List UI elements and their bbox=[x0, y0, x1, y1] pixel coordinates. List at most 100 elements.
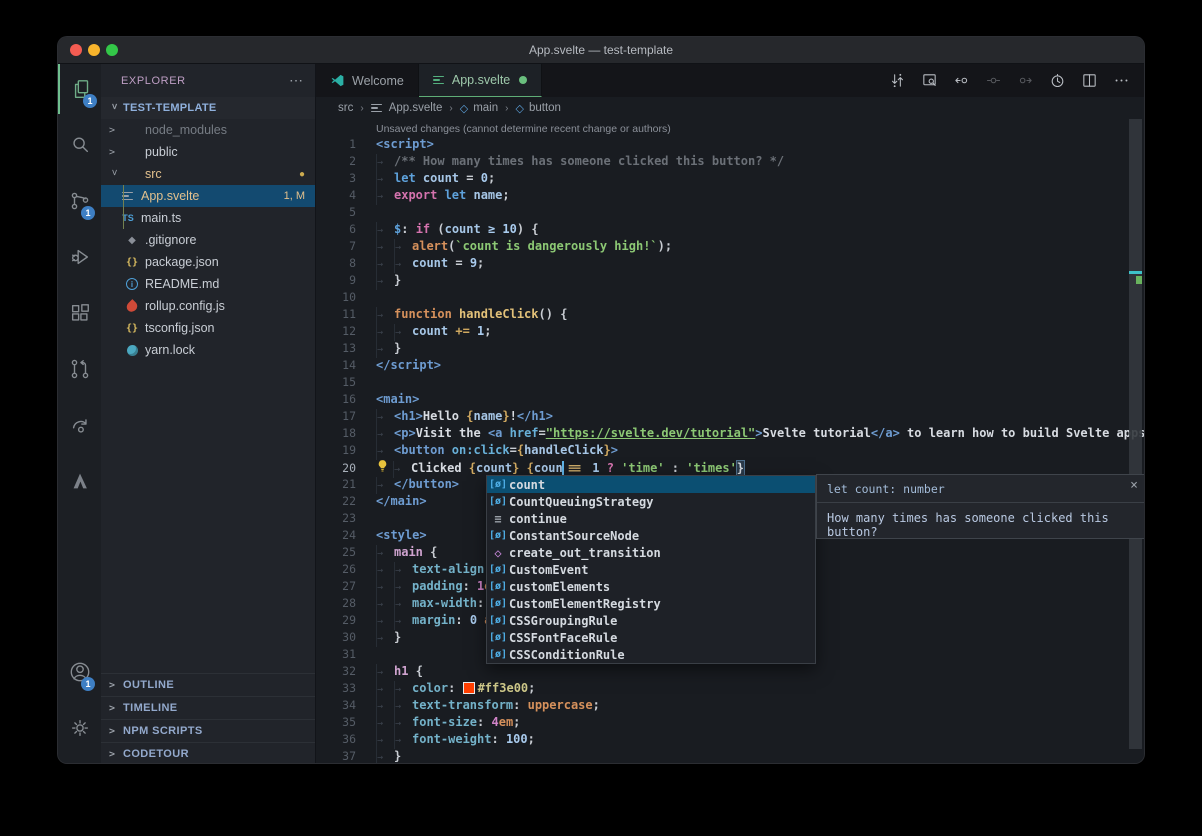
token: } bbox=[737, 461, 744, 475]
code-line-16[interactable]: 16<main> bbox=[316, 391, 1144, 408]
code-line-18[interactable]: 18→<p>Visit the <a href="https://svelte.… bbox=[316, 425, 1144, 442]
ts-icon: TS bbox=[119, 213, 137, 223]
activity-extensions[interactable] bbox=[58, 288, 101, 338]
code-line-33[interactable]: 33→→color: #ff3e00; bbox=[316, 680, 1144, 697]
indent-guide: → bbox=[394, 732, 412, 749]
code-line-15[interactable]: 15 bbox=[316, 374, 1144, 391]
code-line-36[interactable]: 36→→font-weight: 100; bbox=[316, 731, 1144, 748]
file-rollup.config.js[interactable]: rollup.config.js bbox=[101, 295, 315, 317]
suggestion-create_out_transition[interactable]: ◇create_out_transition bbox=[487, 544, 815, 561]
token: to learn how to build Svelte apps. bbox=[900, 426, 1144, 440]
suggestion-CustomElementRegistry[interactable]: [ø]CustomElementRegistry bbox=[487, 595, 815, 612]
token: ); bbox=[658, 239, 672, 253]
code-line-32[interactable]: 32→h1 { bbox=[316, 663, 1144, 680]
suggestion-CSSConditionRule[interactable]: [ø]CSSConditionRule bbox=[487, 646, 815, 663]
codelens-message[interactable]: Unsaved changes (cannot determine recent… bbox=[376, 122, 1144, 136]
code-line-11[interactable]: 11→function handleClick() { bbox=[316, 306, 1144, 323]
code-line-13[interactable]: 13→} bbox=[316, 340, 1144, 357]
breadcrumb-button[interactable]: ◇button bbox=[515, 102, 560, 115]
tour-current-icon[interactable] bbox=[981, 69, 1006, 93]
token: color bbox=[412, 681, 448, 695]
activity-azure[interactable] bbox=[58, 456, 101, 506]
tour-next-icon[interactable] bbox=[1013, 69, 1038, 93]
activity-explorer[interactable]: 1 bbox=[58, 64, 103, 114]
code-line-7[interactable]: 7→→alert(`count is dangerously high!`); bbox=[316, 238, 1144, 255]
code-line-19[interactable]: 19→<button on:click={handleClick}> bbox=[316, 442, 1144, 459]
code-line-35[interactable]: 35→→font-size: 4em; bbox=[316, 714, 1144, 731]
code-line-6[interactable]: 6→$: if (count ≥ 10) { bbox=[316, 221, 1144, 238]
code-line-5[interactable]: 5 bbox=[316, 204, 1144, 221]
lightbulb-icon[interactable] bbox=[376, 459, 393, 472]
zoom-window-button[interactable] bbox=[106, 44, 118, 56]
breadcrumb-main[interactable]: ◇main bbox=[460, 102, 498, 115]
section-outline[interactable]: >OUTLINE bbox=[101, 673, 315, 696]
minimize-window-button[interactable] bbox=[88, 44, 100, 56]
code-line-37[interactable]: 37→} bbox=[316, 748, 1144, 764]
file-yarn.lock[interactable]: yarn.lock bbox=[101, 339, 315, 361]
activity-badge: 1 bbox=[81, 677, 95, 691]
tab-app-svelte[interactable]: App.svelte bbox=[419, 64, 542, 97]
code-line-1[interactable]: 1<script> bbox=[316, 136, 1144, 153]
code-line-9[interactable]: 9→} bbox=[316, 272, 1144, 289]
file-package.json[interactable]: {}package.json bbox=[101, 251, 315, 273]
activity-accounts[interactable]: 1 bbox=[58, 647, 101, 697]
open-preview-icon[interactable] bbox=[917, 69, 942, 93]
code-line-10[interactable]: 10 bbox=[316, 289, 1144, 306]
code-line-17[interactable]: 17→<h1>Hello {name}!</h1> bbox=[316, 408, 1144, 425]
activity-live-share[interactable] bbox=[58, 400, 101, 450]
token: <main> bbox=[376, 392, 419, 406]
file-.gitignore[interactable]: ◆.gitignore bbox=[101, 229, 315, 251]
suggestion-CSSGroupingRule[interactable]: [ø]CSSGroupingRule bbox=[487, 612, 815, 629]
activity-settings[interactable] bbox=[58, 703, 101, 753]
file-node_modules[interactable]: >node_modules bbox=[101, 119, 315, 141]
close-window-button[interactable] bbox=[70, 44, 82, 56]
symbol-variable-icon: [ø] bbox=[487, 564, 509, 575]
token: let bbox=[394, 171, 423, 185]
scrollbar[interactable] bbox=[1129, 119, 1142, 749]
suggestion-customElements[interactable]: [ø]customElements bbox=[487, 578, 815, 595]
workspace-root-row[interactable]: > TEST-TEMPLATE bbox=[101, 97, 315, 119]
indent-guide: → bbox=[376, 630, 394, 647]
code-line-3[interactable]: 3→let count = 0; bbox=[316, 170, 1144, 187]
tour-previous-icon[interactable] bbox=[949, 69, 974, 93]
file-public[interactable]: >public bbox=[101, 141, 315, 163]
activity-github-pr[interactable] bbox=[58, 344, 101, 394]
color-swatch bbox=[463, 682, 475, 694]
breadcrumb-App.svelte[interactable]: App.svelte bbox=[371, 102, 443, 114]
activity-search[interactable] bbox=[58, 120, 101, 170]
section-codetour[interactable]: >CODETOUR bbox=[101, 742, 315, 764]
modified-dot-icon[interactable] bbox=[519, 76, 527, 84]
breadcrumb-src[interactable]: src bbox=[338, 102, 353, 114]
section-timeline[interactable]: >TIMELINE bbox=[101, 696, 315, 719]
code-line-8[interactable]: 8→→count = 9; bbox=[316, 255, 1144, 272]
breadcrumb-separator: › bbox=[505, 103, 508, 114]
close-icon[interactable]: × bbox=[1130, 479, 1138, 492]
activity-source-control[interactable]: 1 bbox=[58, 176, 101, 226]
more-actions-icon[interactable] bbox=[1109, 69, 1134, 93]
suggestion-CustomEvent[interactable]: [ø]CustomEvent bbox=[487, 561, 815, 578]
file-tsconfig.json[interactable]: {}tsconfig.json bbox=[101, 317, 315, 339]
tab-welcome[interactable]: Welcome bbox=[316, 64, 419, 97]
suggestion-count[interactable]: [ø]count bbox=[487, 476, 815, 493]
file-App.svelte[interactable]: App.svelte1, M bbox=[101, 185, 315, 207]
token bbox=[599, 461, 606, 475]
suggestion-continue[interactable]: ≡continue bbox=[487, 510, 815, 527]
compare-changes-icon[interactable] bbox=[885, 69, 910, 93]
code-line-4[interactable]: 4→export let name; bbox=[316, 187, 1144, 204]
suggestion-ConstantSourceNode[interactable]: [ø]ConstantSourceNode bbox=[487, 527, 815, 544]
section-npm-scripts[interactable]: >NPM SCRIPTS bbox=[101, 719, 315, 742]
file-README.md[interactable]: iREADME.md bbox=[101, 273, 315, 295]
code-editor[interactable]: Unsaved changes (cannot determine recent… bbox=[316, 119, 1144, 764]
suggestion-CSSFontFaceRule[interactable]: [ø]CSSFontFaceRule bbox=[487, 629, 815, 646]
suggestion-CountQueuingStrategy[interactable]: [ø]CountQueuingStrategy bbox=[487, 493, 815, 510]
code-line-34[interactable]: 34→→text-transform: uppercase; bbox=[316, 697, 1144, 714]
code-line-2[interactable]: 2→/** How many times has someone clicked… bbox=[316, 153, 1144, 170]
file-src[interactable]: >src● bbox=[101, 163, 315, 185]
code-line-12[interactable]: 12→→count += 1; bbox=[316, 323, 1144, 340]
run-timer-icon[interactable] bbox=[1045, 69, 1070, 93]
explorer-actions-icon[interactable]: ⋯ bbox=[289, 72, 303, 89]
code-line-14[interactable]: 14</script> bbox=[316, 357, 1144, 374]
file-main.ts[interactable]: TSmain.ts bbox=[101, 207, 315, 229]
activity-run-debug[interactable] bbox=[58, 232, 101, 282]
split-editor-icon[interactable] bbox=[1077, 69, 1102, 93]
